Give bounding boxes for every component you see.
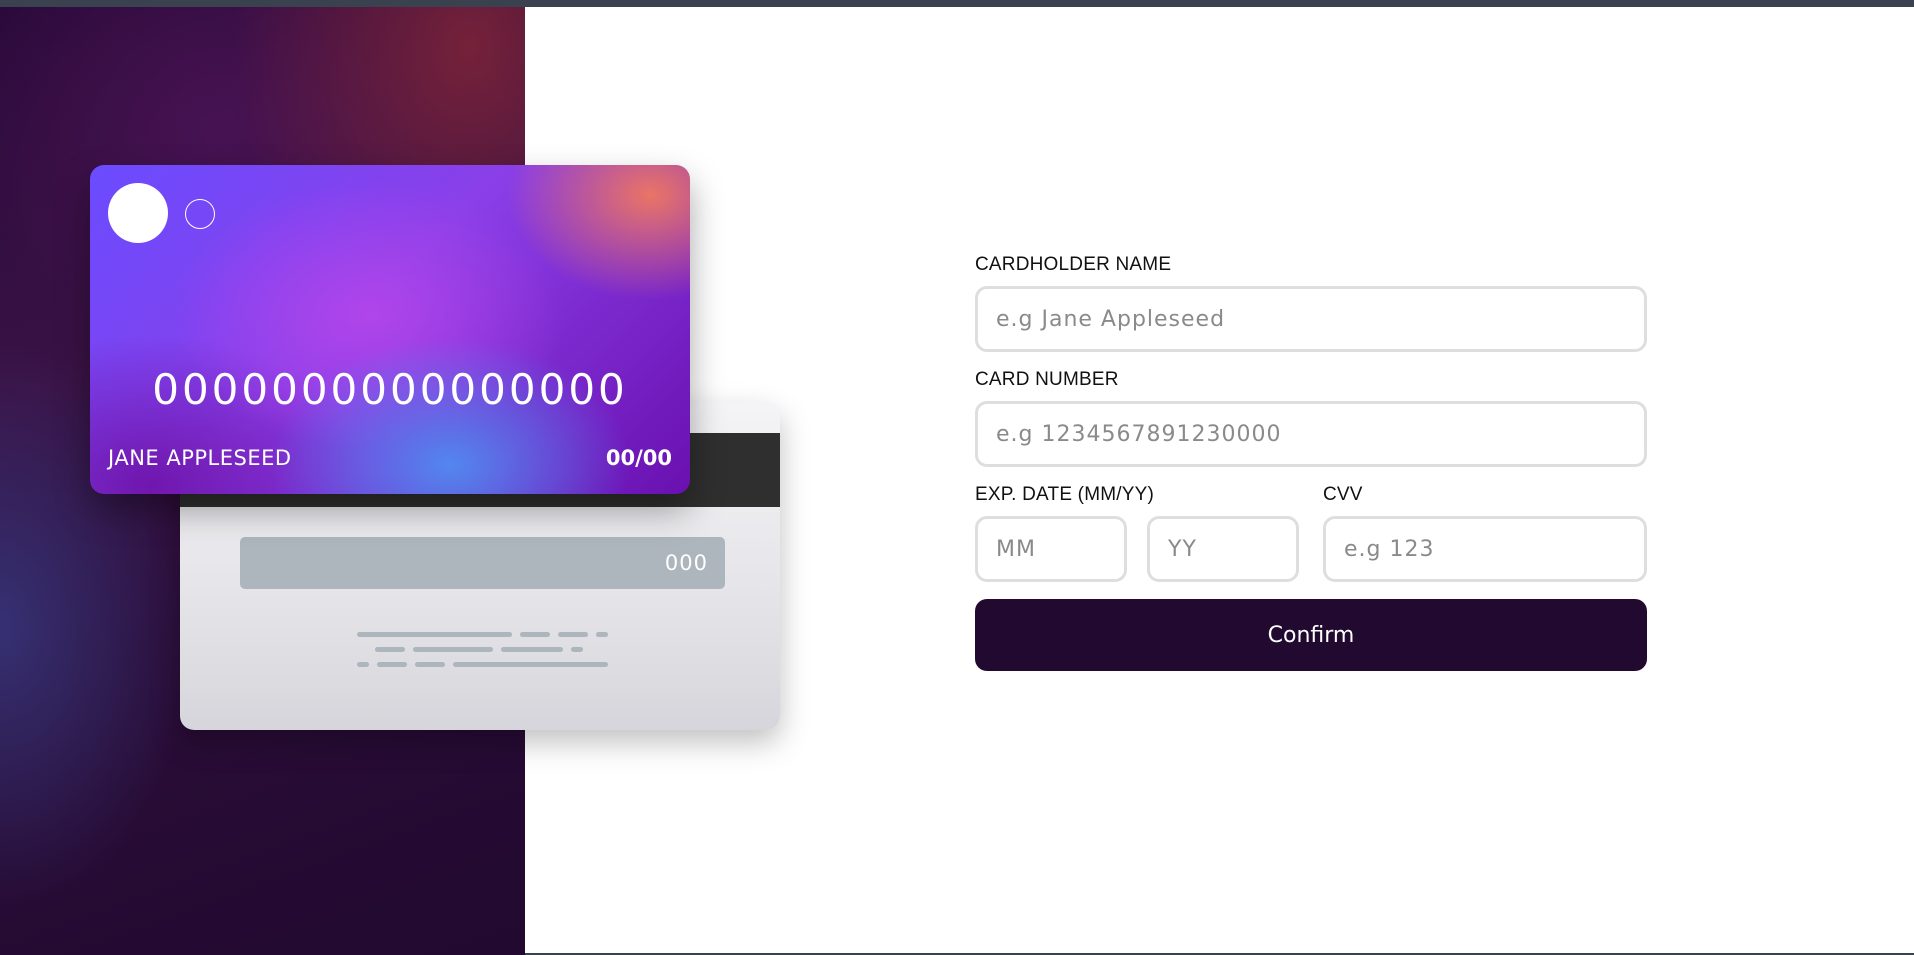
card-logo-outline-circle-icon	[185, 199, 215, 229]
exp-month-input[interactable]	[975, 516, 1127, 582]
cardholder-input[interactable]	[975, 286, 1647, 352]
card-logo-filled-circle-icon	[108, 183, 168, 243]
card-front-holder: JANE APPLESEED	[108, 446, 292, 470]
card-details-form: CARDHOLDER NAME CARD NUMBER EXP. DATE (M…	[975, 254, 1647, 671]
cardholder-label: CARDHOLDER NAME	[975, 254, 1172, 275]
cvv-input[interactable]	[1323, 516, 1647, 582]
card-number-label: CARD NUMBER	[975, 369, 1119, 390]
card-back-decorative-lines	[357, 632, 617, 672]
card-number-input[interactable]	[975, 401, 1647, 467]
card-front: 0000000000000000 JANE APPLESEED 00/00	[90, 165, 690, 494]
card-back-cvv: 000	[240, 537, 725, 589]
card-front-expiry: 00/00	[605, 446, 672, 470]
exp-year-input[interactable]	[1147, 516, 1299, 582]
confirm-button[interactable]: Confirm	[975, 599, 1647, 671]
exp-date-group: EXP. DATE (MM/YY)	[975, 484, 1323, 582]
card-front-number: 0000000000000000	[152, 365, 628, 414]
cvv-label: CVV	[1323, 484, 1363, 505]
exp-cvv-row: EXP. DATE (MM/YY) CVV	[975, 484, 1647, 582]
cardholder-group: CARDHOLDER NAME	[975, 254, 1647, 352]
card-number-group: CARD NUMBER	[975, 369, 1647, 467]
cvv-group: CVV	[1323, 484, 1647, 582]
browser-top-bar	[0, 0, 1914, 7]
exp-date-label: EXP. DATE (MM/YY)	[975, 484, 1155, 505]
